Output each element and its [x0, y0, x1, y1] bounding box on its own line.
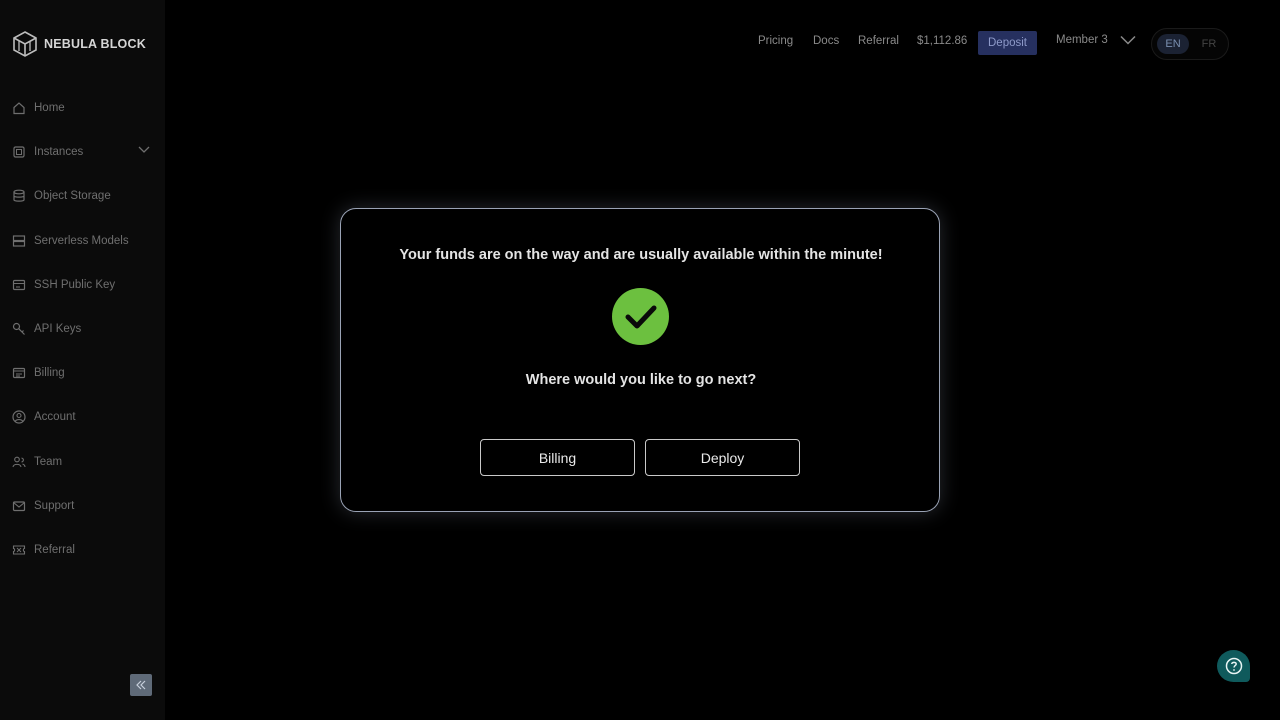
sidebar-item-label: Support	[34, 500, 75, 512]
key-icon	[12, 322, 25, 335]
language-switch: EN FR	[1151, 28, 1229, 60]
question-icon	[1225, 657, 1242, 675]
next-step-question: Where would you like to go next?	[525, 372, 757, 388]
sidebar: NEBULA BLOCK Home Instances Object Stora…	[0, 0, 165, 720]
success-check-icon	[612, 288, 669, 345]
sidebar-item-label: Home	[34, 102, 65, 114]
sidebar-item-object-storage[interactable]: Object Storage	[12, 185, 160, 207]
deploy-button[interactable]: Deploy	[645, 439, 800, 476]
sidebar-item-api-keys[interactable]: API Keys	[12, 318, 160, 340]
sidebar-item-label: Serverless Models	[34, 235, 129, 247]
member-selector[interactable]: Member 3	[1056, 34, 1108, 46]
help-chat-button[interactable]	[1217, 650, 1250, 682]
sidebar-item-label: Billing	[34, 367, 65, 379]
sidebar-item-account[interactable]: Account	[12, 406, 160, 428]
lang-fr-option[interactable]: FR	[1194, 34, 1224, 54]
double-chevron-left-icon	[136, 680, 146, 690]
mail-icon	[12, 501, 26, 512]
chevron-down-icon[interactable]	[1120, 35, 1136, 45]
lang-en-option[interactable]: EN	[1157, 34, 1189, 54]
sidebar-item-ssh-public-key[interactable]: SSH Public Key	[12, 274, 160, 296]
home-icon	[13, 102, 25, 115]
sidebar-item-label: API Keys	[34, 323, 82, 335]
deposit-success-dialog: Your funds are on the way and are usuall…	[340, 208, 940, 512]
sidebar-item-billing[interactable]: Billing	[12, 362, 160, 384]
sidebar-item-label: Account	[34, 411, 76, 423]
account-balance: $1,112.86	[917, 35, 968, 47]
success-message: Your funds are on the way and are usuall…	[399, 247, 883, 263]
nav-link-pricing[interactable]: Pricing	[758, 35, 793, 47]
sidebar-item-label: SSH Public Key	[34, 279, 116, 291]
team-icon	[12, 456, 26, 468]
sidebar-item-label: Team	[34, 456, 63, 468]
key-card-icon	[12, 279, 26, 291]
sidebar-item-home[interactable]: Home	[12, 97, 160, 119]
nav-link-docs[interactable]: Docs	[813, 35, 839, 47]
sidebar-item-serverless-models[interactable]: Serverless Models	[12, 230, 160, 252]
sidebar-item-support[interactable]: Support	[12, 495, 160, 517]
collapse-sidebar-button[interactable]	[130, 674, 152, 696]
billing-icon	[12, 367, 26, 379]
sidebar-item-label: Instances	[34, 146, 84, 158]
sidebar-item-instances[interactable]: Instances	[12, 141, 160, 163]
sidebar-item-team[interactable]: Team	[12, 451, 160, 473]
sidebar-item-label: Object Storage	[34, 190, 111, 202]
account-icon	[12, 410, 26, 424]
sidebar-item-label: Referral	[34, 544, 75, 556]
billing-button[interactable]: Billing	[480, 439, 635, 476]
ticket-icon	[12, 545, 26, 555]
top-header: Pricing Docs Referral $1,112.86 Deposit …	[0, 0, 1280, 80]
deposit-button[interactable]: Deposit	[978, 31, 1037, 55]
server-icon	[12, 235, 26, 247]
database-icon	[13, 189, 25, 202]
chip-icon	[13, 146, 25, 158]
sidebar-item-referral[interactable]: Referral	[12, 539, 160, 561]
chevron-down-icon[interactable]	[138, 146, 150, 154]
nav-link-referral[interactable]: Referral	[858, 35, 899, 47]
